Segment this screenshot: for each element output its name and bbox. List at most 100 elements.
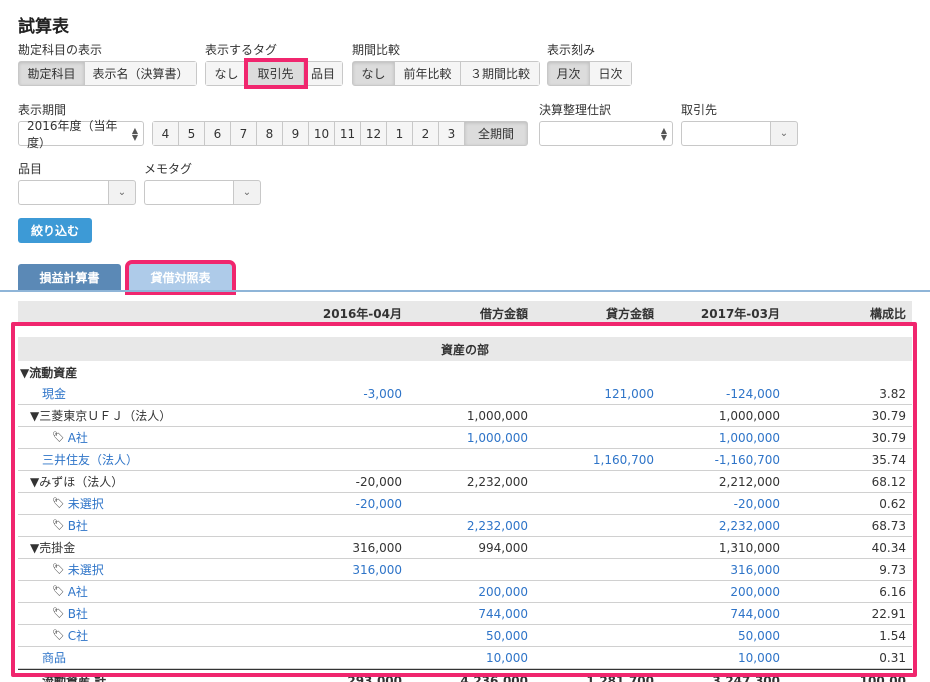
credit-cell[interactable] bbox=[534, 625, 660, 647]
all-period-button[interactable]: 全期間 bbox=[465, 122, 527, 145]
credit-cell[interactable] bbox=[534, 603, 660, 625]
table-row[interactable]: 🏷 未選択 -20,000 -20,000 0.62 bbox=[18, 493, 912, 515]
open-cell[interactable] bbox=[278, 515, 408, 537]
period-compare-option-three-periods[interactable]: ３期間比較 bbox=[461, 62, 539, 85]
credit-cell[interactable] bbox=[534, 559, 660, 581]
tab-balance-sheet[interactable]: 貸借対照表 bbox=[125, 260, 236, 295]
debit-cell[interactable] bbox=[408, 559, 534, 581]
table-row[interactable]: ▼売掛金 316,000 994,000 1,310,000 40.34 bbox=[18, 537, 912, 559]
display-step-option-monthly[interactable]: 月次 bbox=[548, 62, 590, 85]
account-name-cell[interactable]: 現金 bbox=[18, 383, 278, 405]
credit-cell[interactable] bbox=[534, 427, 660, 449]
chevron-down-icon[interactable]: ⌄ bbox=[770, 121, 798, 146]
table-row[interactable]: 🏷 未選択 316,000 316,000 9.73 bbox=[18, 559, 912, 581]
table-row[interactable]: 現金 -3,000 121,000 -124,000 3.82 bbox=[18, 383, 912, 405]
close-cell[interactable]: -20,000 bbox=[660, 493, 786, 515]
display-step-option-daily[interactable]: 日次 bbox=[590, 62, 631, 85]
month-button[interactable]: 8 bbox=[257, 122, 283, 145]
account-name-cell[interactable]: ▼売掛金 bbox=[18, 537, 278, 559]
month-button[interactable]: 2 bbox=[413, 122, 439, 145]
open-cell[interactable] bbox=[278, 449, 408, 471]
close-cell[interactable]: 1,000,000 bbox=[660, 427, 786, 449]
month-button[interactable]: 6 bbox=[205, 122, 231, 145]
close-cell[interactable]: 744,000 bbox=[660, 603, 786, 625]
account-name-cell[interactable]: 🏷 未選択 bbox=[18, 559, 278, 581]
account-name-cell[interactable]: 🏷 B社 bbox=[18, 515, 278, 537]
account-name-cell[interactable]: ▼三菱東京ＵＦＪ（法人） bbox=[18, 405, 278, 427]
month-button[interactable]: 11 bbox=[335, 122, 361, 145]
credit-cell[interactable]: 1,160,700 bbox=[534, 449, 660, 471]
period-compare-option-none[interactable]: なし bbox=[353, 62, 395, 85]
month-button[interactable]: 1 bbox=[387, 122, 413, 145]
table-row[interactable]: ▼三菱東京ＵＦＪ（法人） 1,000,000 1,000,000 30.79 bbox=[18, 405, 912, 427]
close-cell[interactable]: -124,000 bbox=[660, 383, 786, 405]
debit-cell[interactable]: 2,232,000 bbox=[408, 515, 534, 537]
credit-cell[interactable] bbox=[534, 581, 660, 603]
account-display-option-account[interactable]: 勘定科目 bbox=[19, 62, 85, 85]
partner-input[interactable] bbox=[681, 121, 770, 146]
month-button[interactable]: 12 bbox=[361, 122, 387, 145]
month-button[interactable]: 3 bbox=[439, 122, 465, 145]
debit-cell[interactable] bbox=[408, 383, 534, 405]
table-row[interactable]: 🏷 A社 1,000,000 1,000,000 30.79 bbox=[18, 427, 912, 449]
credit-cell[interactable] bbox=[534, 515, 660, 537]
close-cell[interactable]: 200,000 bbox=[660, 581, 786, 603]
chevron-down-icon[interactable]: ⌄ bbox=[233, 180, 261, 205]
account-display-option-display-name[interactable]: 表示名（決算書） bbox=[85, 62, 196, 85]
month-button[interactable]: 5 bbox=[179, 122, 205, 145]
debit-cell[interactable]: 1,000,000 bbox=[408, 427, 534, 449]
closing-entries-select[interactable]: ▲ ▼ bbox=[539, 121, 673, 146]
account-name-cell[interactable]: 🏷 A社 bbox=[18, 581, 278, 603]
account-name-cell[interactable]: 🏷 未選択 bbox=[18, 493, 278, 515]
tag-display-option-item[interactable]: 品目 bbox=[304, 62, 342, 85]
close-cell[interactable]: -1,160,700 bbox=[660, 449, 786, 471]
credit-cell[interactable] bbox=[534, 493, 660, 515]
table-row[interactable]: 🏷 B社 744,000 744,000 22.91 bbox=[18, 603, 912, 625]
table-row[interactable]: 🏷 C社 50,000 50,000 1.54 bbox=[18, 625, 912, 647]
open-cell[interactable]: 316,000 bbox=[278, 559, 408, 581]
table-row[interactable]: 三井住友（法人） 1,160,700 -1,160,700 35.74 bbox=[18, 449, 912, 471]
open-cell[interactable]: -20,000 bbox=[278, 493, 408, 515]
close-cell[interactable]: 50,000 bbox=[660, 625, 786, 647]
apply-filter-button[interactable]: 絞り込む bbox=[18, 218, 92, 243]
tab-income-statement[interactable]: 損益計算書 bbox=[18, 264, 121, 291]
credit-cell[interactable]: 121,000 bbox=[534, 383, 660, 405]
month-button[interactable]: 9 bbox=[283, 122, 309, 145]
credit-cell[interactable] bbox=[534, 647, 660, 669]
group-current-assets[interactable]: ▼流動資産 bbox=[18, 361, 912, 383]
period-compare-option-prev-year[interactable]: 前年比較 bbox=[395, 62, 461, 85]
close-cell[interactable]: 316,000 bbox=[660, 559, 786, 581]
tag-display-option-partner[interactable]: 取引先 bbox=[244, 58, 308, 89]
table-row[interactable]: ▼みずほ（法人） -20,000 2,232,000 2,212,000 68.12 bbox=[18, 471, 912, 493]
open-cell[interactable]: -3,000 bbox=[278, 383, 408, 405]
memo-tag-input[interactable] bbox=[144, 180, 233, 205]
month-button[interactable]: 7 bbox=[231, 122, 257, 145]
table-row[interactable]: 🏷 A社 200,000 200,000 6.16 bbox=[18, 581, 912, 603]
account-name-cell[interactable]: ▼みずほ（法人） bbox=[18, 471, 278, 493]
open-cell[interactable] bbox=[278, 647, 408, 669]
debit-cell[interactable]: 744,000 bbox=[408, 603, 534, 625]
close-cell[interactable]: 10,000 bbox=[660, 647, 786, 669]
debit-cell[interactable] bbox=[408, 493, 534, 515]
open-cell[interactable] bbox=[278, 581, 408, 603]
debit-cell[interactable]: 10,000 bbox=[408, 647, 534, 669]
debit-cell[interactable] bbox=[408, 449, 534, 471]
account-name-cell[interactable]: 三井住友（法人） bbox=[18, 449, 278, 471]
table-row[interactable]: 商品 10,000 10,000 0.31 bbox=[18, 647, 912, 669]
month-button[interactable]: 4 bbox=[153, 122, 179, 145]
month-button[interactable]: 10 bbox=[309, 122, 335, 145]
account-name-cell[interactable]: 🏷 B社 bbox=[18, 603, 278, 625]
debit-cell[interactable]: 50,000 bbox=[408, 625, 534, 647]
open-cell[interactable] bbox=[278, 427, 408, 449]
account-name-cell[interactable]: 商品 bbox=[18, 647, 278, 669]
close-cell[interactable]: 2,232,000 bbox=[660, 515, 786, 537]
account-name-cell[interactable]: 🏷 A社 bbox=[18, 427, 278, 449]
table-row[interactable]: 🏷 B社 2,232,000 2,232,000 68.73 bbox=[18, 515, 912, 537]
open-cell[interactable] bbox=[278, 625, 408, 647]
chevron-down-icon[interactable]: ⌄ bbox=[108, 180, 136, 205]
fiscal-year-select[interactable]: 2016年度（当年度） ▲ ▼ bbox=[18, 119, 144, 150]
account-name-cell[interactable]: 🏷 C社 bbox=[18, 625, 278, 647]
debit-cell[interactable]: 200,000 bbox=[408, 581, 534, 603]
tag-display-option-none[interactable]: なし bbox=[206, 62, 248, 85]
open-cell[interactable] bbox=[278, 603, 408, 625]
